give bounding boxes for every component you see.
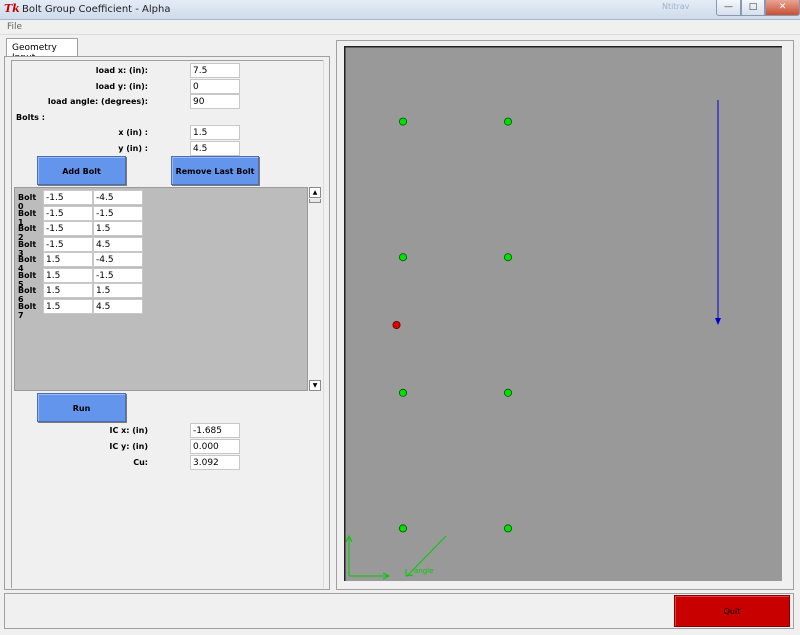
load-y-field[interactable]: 0 — [190, 79, 240, 94]
bolt-list-scrollbar[interactable]: ▲ ▼ — [309, 187, 321, 391]
bolt-y-cell[interactable]: -1.5 — [93, 205, 143, 221]
panel-divider — [323, 60, 324, 588]
bolt-x-cell[interactable]: 1.5 — [43, 298, 93, 314]
bolt-x-cell[interactable]: -1.5 — [43, 205, 93, 221]
bolt-y-label: y (in) : — [118, 144, 148, 153]
maximize-button[interactable]: □ — [741, 0, 765, 16]
load-y-label: load y: (in): — [95, 82, 148, 91]
title-bar: Tk Bolt Group Coefficient - Alpha Ntitra… — [0, 0, 800, 20]
ic-marker — [392, 320, 401, 329]
bolt-name: Bolt 4 — [18, 255, 37, 273]
bolt-name: Bolt 7 — [18, 301, 37, 320]
bolt-x-cell[interactable]: 1.5 — [43, 283, 93, 298]
bolt-x-cell[interactable]: 1.5 — [43, 252, 93, 267]
load-x-label: load x: (in): — [95, 66, 148, 75]
bolt-y-field[interactable]: 4.5 — [190, 141, 240, 156]
bolt-y-cell[interactable]: 1.5 — [93, 221, 143, 236]
quit-button[interactable]: Quit — [674, 595, 790, 627]
bolt-x-cell[interactable]: -1.5 — [43, 190, 93, 205]
remove-last-bolt-button[interactable]: Remove Last Bolt — [171, 156, 259, 185]
angle-label: angle — [414, 567, 433, 575]
cu-field[interactable]: 3.092 — [190, 455, 240, 470]
scroll-down-arrow-icon[interactable]: ▼ — [309, 380, 321, 391]
bolt-x-cell[interactable]: -1.5 — [43, 221, 93, 236]
bolt-name: Bolt 6 — [18, 286, 37, 304]
bolt-y-cell[interactable]: -1.5 — [93, 267, 143, 283]
bolt-y-cell[interactable]: 4.5 — [93, 236, 143, 252]
bolt-marker — [503, 524, 512, 533]
minimize-button[interactable]: — — [716, 0, 741, 16]
menu-bar: File — [0, 20, 800, 35]
scroll-thumb[interactable] — [309, 199, 321, 203]
ic-y-field[interactable]: 0.000 — [190, 439, 240, 454]
cu-label: Cu: — [133, 458, 148, 467]
bolt-y-cell[interactable]: -4.5 — [93, 190, 143, 205]
tk-logo-icon: Tk — [4, 2, 20, 15]
bolt-y-cell[interactable]: 1.5 — [93, 283, 143, 298]
bolt-x-cell[interactable]: 1.5 — [43, 267, 93, 283]
ic-x-label: IC x: (in) — [109, 426, 148, 435]
canvas-background — [344, 46, 782, 581]
bolt-y-cell[interactable]: 4.5 — [93, 298, 143, 314]
bolt-name: Bolt 3 — [18, 239, 37, 258]
menu-file[interactable]: File — [7, 22, 22, 32]
bolt-x-cell[interactable]: -1.5 — [43, 236, 93, 252]
load-angle-field[interactable]: 90 — [190, 94, 240, 109]
bolt-marker — [503, 388, 512, 397]
bolt-marker — [399, 388, 408, 397]
background-window-text: Ntitrav — [662, 2, 690, 11]
bolt-x-field[interactable]: 1.5 — [190, 125, 240, 140]
bolt-name: Bolt 5 — [18, 270, 37, 289]
load-angle-label: load angle: (degrees): — [47, 97, 148, 106]
add-bolt-button[interactable]: Add Bolt — [37, 156, 126, 185]
bolt-x-label: x (in) : — [118, 128, 148, 137]
bolt-marker — [399, 524, 408, 533]
bolt-group-canvas: angle — [344, 46, 782, 581]
bolt-name: Bolt 1 — [18, 208, 37, 227]
scroll-up-arrow-icon[interactable]: ▲ — [309, 187, 321, 198]
bolt-y-cell[interactable]: -4.5 — [93, 252, 143, 267]
bolt-name: Bolt 2 — [18, 224, 37, 242]
ic-x-field[interactable]: -1.685 — [190, 423, 240, 438]
panel-divider — [11, 60, 12, 588]
bolt-list: Bolt 0 -1.5 -4.5 Bolt 1 -1.5 -1.5 Bolt 2 -1.5 1.… — [14, 187, 308, 391]
close-button[interactable]: ✕ — [765, 0, 800, 16]
bolt-marker — [399, 253, 408, 262]
panel-divider — [11, 60, 323, 61]
bolt-marker — [503, 253, 512, 262]
bolt-name: Bolt 0 — [18, 193, 37, 211]
window-title: Bolt Group Coefficient - Alpha — [22, 4, 171, 15]
ic-y-label: IC y: (in) — [109, 442, 148, 451]
tab-geometry-input[interactable]: Geometry Input — [6, 38, 78, 63]
bolts-section-label: Bolts : — [16, 113, 45, 122]
bolt-marker — [399, 117, 408, 126]
load-x-field[interactable]: 7.5 — [190, 63, 240, 78]
run-button[interactable]: Run — [37, 393, 126, 422]
bolt-marker — [503, 117, 512, 126]
